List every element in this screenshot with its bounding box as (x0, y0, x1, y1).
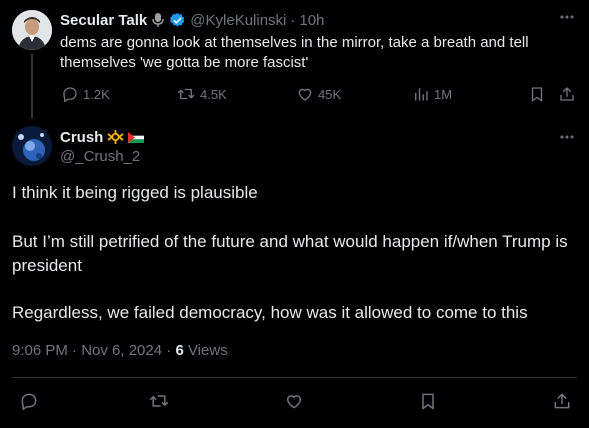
action-bar-divider (12, 377, 577, 378)
reply-reply-button[interactable] (19, 391, 39, 411)
reply-share-button[interactable] (552, 391, 572, 411)
views-icon (415, 88, 428, 101)
emblem-icon (107, 129, 124, 145)
retweet-icon (177, 88, 195, 100)
bookmark-icon (422, 393, 434, 410)
parent-retweet-button[interactable]: 4.5K (176, 85, 227, 103)
reply-count: 1.2K (83, 86, 110, 102)
reply-paragraph-2: But I’m still petrified of the future an… (12, 232, 573, 275)
reply-avatar[interactable] (12, 126, 52, 166)
reply-display-name[interactable]: Crush (60, 129, 103, 146)
reply-header: Crush (60, 127, 145, 147)
reply-handle[interactable]: @_Crush_2 (60, 148, 140, 165)
retweet-count: 4.5K (200, 86, 227, 102)
microphone-icon (151, 12, 165, 28)
parent-header: Secular Talk @KyleKulinski · 10h (60, 10, 324, 30)
views-count: 1M (434, 86, 453, 102)
reply-bookmark-button[interactable] (418, 391, 438, 411)
share-icon (560, 87, 574, 101)
like-icon (298, 88, 312, 101)
reply-like-button[interactable] (284, 391, 304, 411)
parent-views-button[interactable]: 1M (412, 85, 452, 103)
views-number: 6 (175, 342, 184, 359)
tweet-meta: 9:06 PM · Nov 6, 2024 · 6 Views (12, 342, 228, 359)
parent-avatar[interactable] (12, 10, 52, 50)
parent-share-button[interactable] (558, 85, 576, 103)
reply-more-button[interactable] (558, 128, 576, 151)
parent-time[interactable]: 10h (299, 12, 324, 29)
reply-paragraph-3: Regardless, we failed democracy, how was… (12, 303, 528, 322)
reply-icon (63, 87, 77, 103)
more-icon (560, 15, 574, 19)
tweet-timestamp[interactable]: 9:06 PM · Nov 6, 2024 (12, 342, 162, 359)
more-icon (560, 135, 574, 139)
thread-connector (31, 54, 33, 118)
parent-like-button[interactable]: 45K (296, 85, 341, 103)
parent-tweet-text: dems are gonna look at themselves in the… (60, 34, 529, 71)
parent-display-name[interactable]: Secular Talk (60, 12, 147, 29)
reply-icon (21, 393, 37, 411)
like-icon (287, 395, 301, 409)
verified-badge-icon (169, 12, 186, 29)
bookmark-icon (531, 87, 543, 102)
parent-more-button[interactable] (558, 8, 576, 31)
meta-separator: · (162, 342, 176, 359)
parent-handle[interactable]: @KyleKulinski (190, 12, 286, 29)
header-separator: · (290, 11, 296, 29)
reply-paragraph-1: I think it being rigged is plausible (12, 183, 258, 202)
parent-reply-button[interactable]: 1.2K (61, 85, 110, 103)
parent-bookmark-button[interactable] (528, 85, 546, 103)
views-label: Views (187, 342, 228, 359)
reply-retweet-button[interactable] (148, 391, 170, 411)
palestine-flag-icon (128, 131, 145, 143)
like-count: 45K (318, 86, 342, 102)
share-icon (554, 393, 570, 409)
retweet-icon (149, 395, 169, 407)
